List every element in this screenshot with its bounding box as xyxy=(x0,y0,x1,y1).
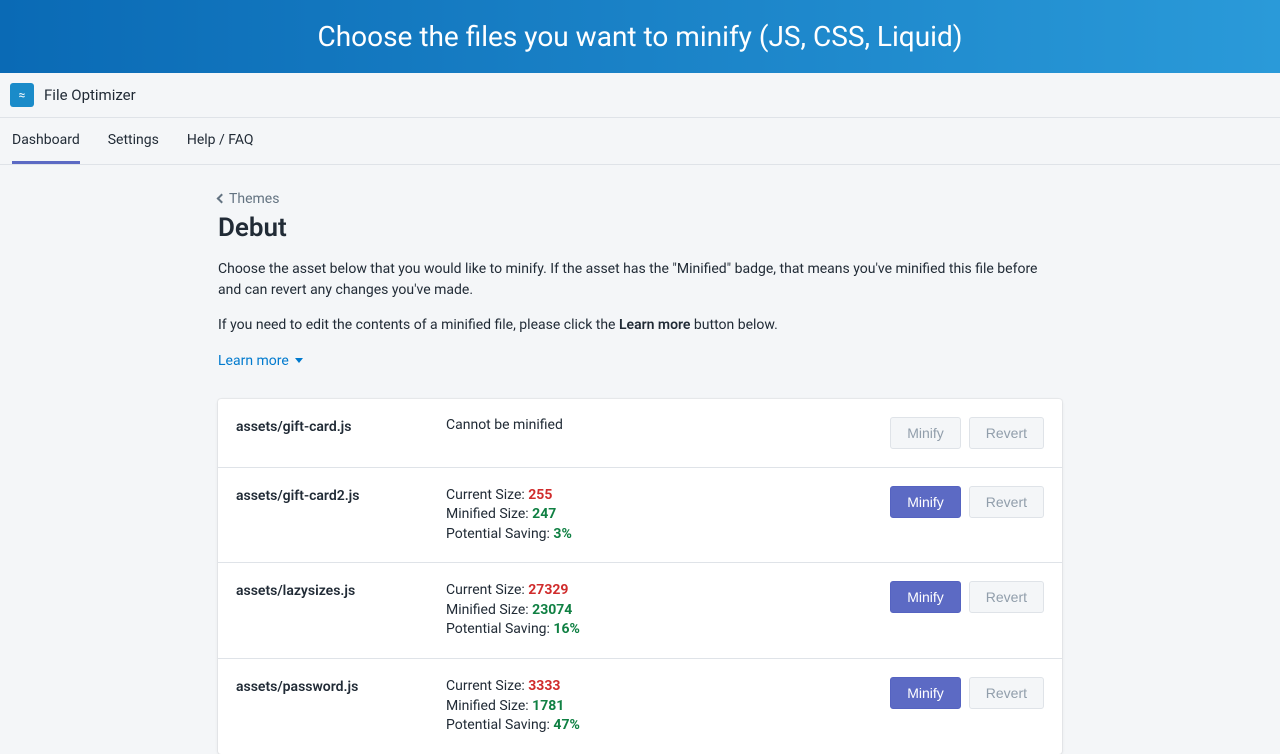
asset-row: assets/gift-card2.js Current Size: 255 M… xyxy=(218,468,1062,564)
tab-help-faq[interactable]: Help / FAQ xyxy=(187,118,254,164)
asset-name: assets/password.js xyxy=(236,677,446,695)
breadcrumb-back[interactable]: Themes xyxy=(218,191,279,207)
description-1: Choose the asset below that you would li… xyxy=(218,259,1062,301)
minified-size-value: 247 xyxy=(532,506,556,522)
caret-down-icon xyxy=(295,358,303,363)
saving-value: 3% xyxy=(553,526,571,542)
tab-settings[interactable]: Settings xyxy=(108,118,159,164)
banner: Choose the files you want to minify (JS,… xyxy=(0,0,1280,73)
page-title: Debut xyxy=(218,213,1062,243)
revert-button: Revert xyxy=(969,417,1044,449)
revert-button: Revert xyxy=(969,581,1044,613)
asset-info: Current Size: 27329 Minified Size: 23074… xyxy=(446,581,890,640)
asset-row: assets/lazysizes.js Current Size: 27329 … xyxy=(218,563,1062,659)
content: Themes Debut Choose the asset below that… xyxy=(218,165,1062,754)
cannot-minify-text: Cannot be minified xyxy=(446,417,563,433)
saving-value: 16% xyxy=(553,621,579,637)
revert-button: Revert xyxy=(969,486,1044,518)
tab-dashboard[interactable]: Dashboard xyxy=(12,118,80,164)
asset-row: assets/gift-card.js Cannot be minified M… xyxy=(218,399,1062,468)
chevron-left-icon xyxy=(217,194,227,204)
minify-button: Minify xyxy=(890,417,961,449)
asset-actions: Minify Revert xyxy=(890,677,1044,709)
app-bar: ≈ File Optimizer xyxy=(0,73,1280,118)
revert-button: Revert xyxy=(969,677,1044,709)
asset-name: assets/gift-card.js xyxy=(236,417,446,435)
asset-actions: Minify Revert xyxy=(890,581,1044,613)
asset-name: assets/lazysizes.js xyxy=(236,581,446,599)
current-size-value: 3333 xyxy=(528,678,560,694)
app-icon: ≈ xyxy=(10,83,34,107)
current-size-value: 27329 xyxy=(528,582,568,598)
assets-card: assets/gift-card.js Cannot be minified M… xyxy=(218,399,1062,754)
app-name: File Optimizer xyxy=(44,86,136,104)
asset-actions: Minify Revert xyxy=(890,486,1044,518)
asset-info: Current Size: 3333 Minified Size: 1781 P… xyxy=(446,677,890,736)
asset-info: Current Size: 255 Minified Size: 247 Pot… xyxy=(446,486,890,545)
minify-button[interactable]: Minify xyxy=(890,486,961,518)
minified-size-value: 1781 xyxy=(532,698,564,714)
minified-size-value: 23074 xyxy=(532,602,572,618)
learn-more-link[interactable]: Learn more xyxy=(218,353,303,369)
asset-name: assets/gift-card2.js xyxy=(236,486,446,504)
banner-title: Choose the files you want to minify (JS,… xyxy=(318,20,963,53)
tabs: Dashboard Settings Help / FAQ xyxy=(0,118,1280,165)
breadcrumb-label: Themes xyxy=(229,191,279,207)
learn-more-label: Learn more xyxy=(218,353,289,369)
asset-row: assets/password.js Current Size: 3333 Mi… xyxy=(218,659,1062,754)
asset-info: Cannot be minified xyxy=(446,417,890,433)
minify-button[interactable]: Minify xyxy=(890,581,961,613)
minify-button[interactable]: Minify xyxy=(890,677,961,709)
description-2: If you need to edit the contents of a mi… xyxy=(218,315,1062,336)
asset-actions: Minify Revert xyxy=(890,417,1044,449)
current-size-value: 255 xyxy=(528,487,552,503)
